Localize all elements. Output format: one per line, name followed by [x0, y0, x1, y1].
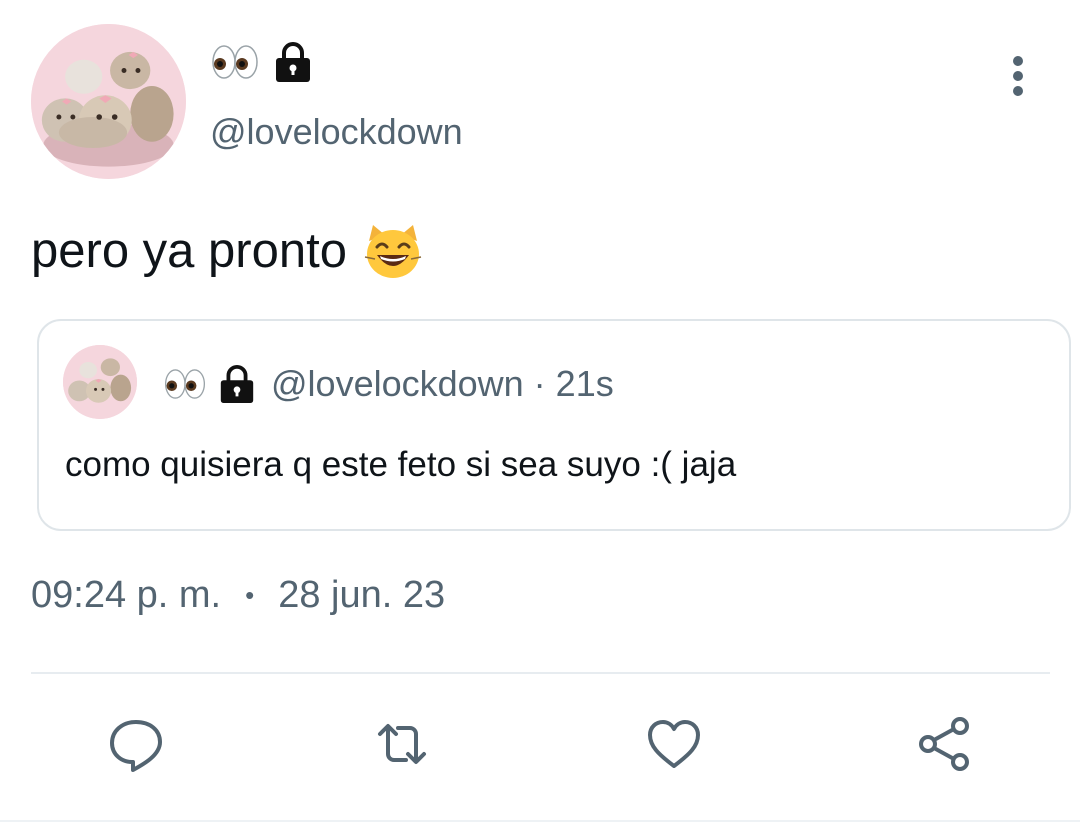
menu-dot [1013, 86, 1023, 96]
lock-icon [217, 364, 257, 404]
lock-icon [272, 41, 314, 83]
avatar[interactable] [31, 24, 186, 179]
more-options-icon[interactable] [998, 50, 1038, 102]
bottom-divider [0, 820, 1080, 822]
quoted-handle: @lovelockdown [271, 363, 524, 404]
quoted-separator: · [533, 363, 546, 404]
reply-icon [110, 720, 162, 772]
display-name[interactable] [210, 40, 314, 84]
divider [31, 672, 1050, 674]
eyes-emoji [210, 42, 260, 82]
share-icon [919, 717, 969, 771]
retweet-button[interactable] [370, 712, 434, 776]
tweet-date: 28 jun. 23 [278, 574, 446, 616]
eyes-emoji [163, 366, 207, 402]
retweet-icon [378, 724, 426, 764]
share-button[interactable] [912, 712, 976, 776]
kittens-photo [63, 345, 137, 419]
author-handle[interactable]: @lovelockdown [210, 110, 463, 154]
reply-button[interactable] [104, 712, 168, 776]
like-button[interactable] [642, 712, 706, 776]
menu-dot [1013, 56, 1023, 66]
timestamp-separator: • [245, 580, 255, 610]
tweet-body: pero ya pronto [31, 220, 423, 282]
kittens-photo [31, 24, 186, 179]
grinning-cat-emoji [363, 221, 423, 281]
quoted-age: 21s [555, 363, 614, 404]
menu-dot [1013, 71, 1023, 81]
quoted-tweet[interactable]: @lovelockdown · 21s como quisiera q este… [37, 319, 1071, 531]
tweet-time: 09:24 p. m. [31, 574, 222, 616]
quoted-header: @lovelockdown · 21s [163, 359, 614, 409]
tweet-text: pero ya pronto [31, 224, 347, 278]
quoted-text: como quisiera q este feto si sea suyo :(… [65, 445, 737, 484]
quoted-avatar[interactable] [63, 345, 137, 419]
tweet-timestamp: 09:24 p. m. • 28 jun. 23 [31, 574, 445, 617]
heart-icon [648, 720, 700, 768]
